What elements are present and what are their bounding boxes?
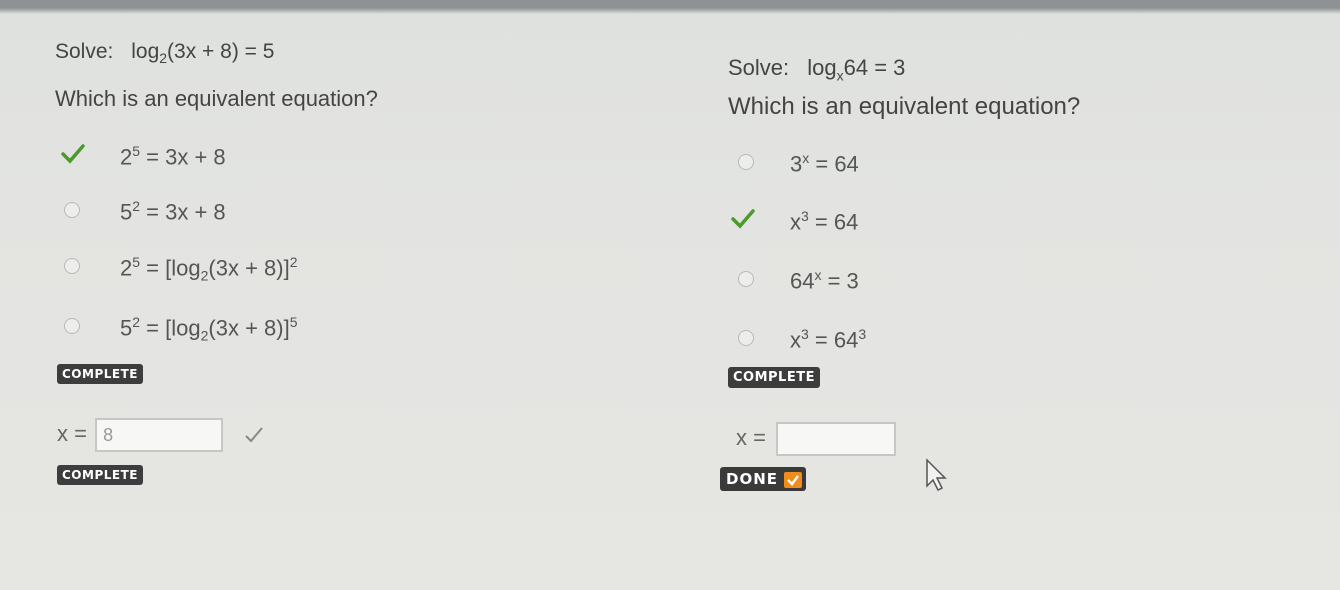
complete-badge: COMPLETE [57, 364, 143, 384]
radio-button-icon[interactable] [64, 258, 80, 274]
left-answer-input[interactable]: 8 [95, 418, 224, 452]
mouse-cursor-icon [926, 458, 947, 492]
checkmark-icon [731, 209, 755, 229]
left-question-title: Solve: log2(3x + 8) = 5 [55, 40, 275, 67]
right-question-prompt: Which is an equivalent equation? [728, 93, 1081, 120]
done-button[interactable]: DONE [720, 467, 807, 491]
right-answer-row: x = [736, 422, 897, 456]
checkmark-icon [245, 427, 263, 443]
checkmark-icon [61, 144, 85, 164]
radio-button-icon[interactable] [738, 154, 754, 170]
left-question-prompt: Which is an equivalent equation? [55, 86, 378, 111]
right-question-title: Solve: logx64 = 3 [728, 55, 906, 84]
radio-button-icon[interactable] [738, 330, 754, 346]
complete-badge: COMPLETE [57, 465, 143, 485]
radio-button-icon[interactable] [738, 271, 754, 287]
complete-badge: COMPLETE [728, 367, 820, 388]
radio-button-icon[interactable] [64, 318, 80, 334]
radio-button-icon[interactable] [64, 202, 80, 218]
right-answer-input[interactable] [776, 422, 897, 456]
left-answer-row: x = 8 [57, 418, 265, 452]
checkmark-icon [787, 474, 800, 486]
